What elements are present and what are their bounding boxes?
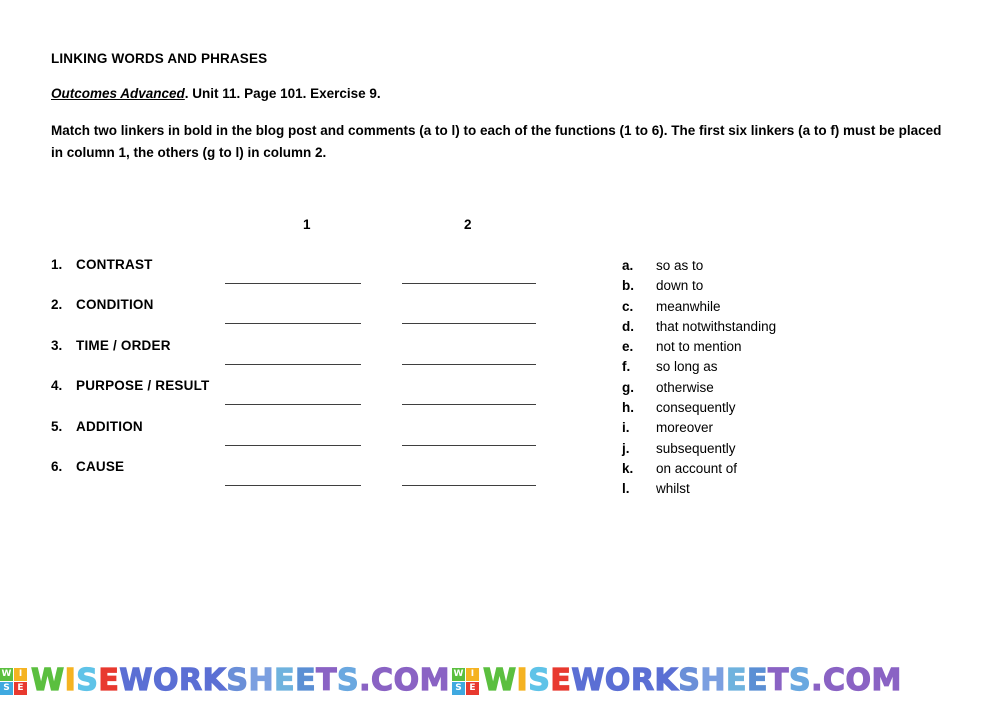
answer-blank-column-2[interactable]: [402, 313, 536, 325]
function-label: PURPOSE / RESULT: [76, 378, 210, 394]
watermark-unit: W I S E WISEWORKSHEETS.COM: [0, 663, 450, 698]
function-row: 5. ADDITION: [51, 418, 551, 458]
linker-option: l. whilst: [622, 480, 952, 500]
linker-option: d. that notwithstanding: [622, 318, 952, 338]
answer-blank-column-1[interactable]: [225, 354, 361, 365]
linker-option: h. consequently: [622, 399, 952, 419]
watermark-wordmark: WISEWORKSHEETS.COM: [482, 663, 902, 698]
logo-cell: E: [14, 681, 27, 695]
worksheet-header: LINKING WORDS AND PHRASES Outcomes Advan…: [51, 50, 951, 164]
column-1-heading: 1: [303, 217, 311, 232]
function-row: 1. CONTRAST: [51, 256, 551, 296]
worksheet-page: LINKING WORDS AND PHRASES Outcomes Advan…: [0, 0, 1000, 707]
linker-letter: g.: [622, 379, 634, 395]
logo-cell: I: [14, 667, 27, 681]
linker-text: so long as: [656, 359, 718, 375]
linker-option: k. on account of: [622, 460, 952, 480]
linker-text: otherwise: [656, 379, 714, 395]
linker-letter: i.: [622, 420, 630, 436]
wiseworksheets-logo-icon: WISE: [0, 667, 27, 695]
linker-text: on account of: [656, 460, 738, 476]
source-reference: Outcomes Advanced. Unit 11. Page 101. Ex…: [51, 68, 951, 103]
column-2-heading: 2: [464, 217, 472, 232]
linker-letter: c.: [622, 298, 634, 314]
page-title: LINKING WORDS AND PHRASES: [51, 51, 268, 66]
linker-letter: h.: [622, 400, 634, 416]
function-label: CONDITION: [76, 297, 154, 313]
exercise-instructions: Match two linkers in bold in the blog po…: [51, 123, 942, 160]
column-headings: 1 2: [0, 217, 1000, 237]
linker-option: g. otherwise: [622, 379, 952, 399]
function-row: 2. CONDITION: [51, 296, 551, 336]
linker-option: a. so as to: [622, 257, 952, 277]
function-number: 6.: [51, 458, 63, 474]
answer-blank-column-1[interactable]: [225, 435, 361, 446]
linker-option: c. meanwhile: [622, 298, 952, 318]
functions-list: 1. CONTRAST 2. CONDITION 3. TIME / ORDER 4. PUR…: [51, 256, 551, 498]
linker-letter: f.: [622, 359, 631, 375]
logo-cell: E: [465, 681, 479, 695]
function-number: 4.: [51, 378, 63, 394]
answer-blank-column-1[interactable]: [225, 313, 361, 325]
function-label: CONTRAST: [76, 257, 153, 272]
logo-cell: W: [451, 667, 465, 681]
logo-cell: S: [451, 681, 465, 695]
function-label: CAUSE: [76, 458, 125, 474]
answer-blank-column-2[interactable]: [402, 394, 536, 406]
linker-option: e. not to mention: [622, 338, 952, 358]
watermark-unit: W I S E WISEWORKSHEETS.COM: [451, 663, 902, 698]
linker-option: i. moreover: [622, 419, 952, 439]
linker-letter: l.: [622, 481, 630, 497]
linker-text: that notwithstanding: [656, 318, 777, 334]
logo-cell: W: [0, 667, 13, 681]
answer-blank-column-2[interactable]: [402, 435, 536, 446]
answer-blank-column-2[interactable]: [402, 475, 536, 486]
wiseworksheets-watermark: W I S E WISEWORKSHEETS.COM W I S E WISEWORKSHEETS…: [0, 659, 1000, 703]
linker-text: subsequently: [656, 440, 736, 456]
function-label: ADDITION: [76, 418, 143, 434]
linker-text: meanwhile: [656, 298, 721, 314]
answer-blank-column-2[interactable]: [402, 273, 536, 284]
linker-text: consequently: [656, 400, 736, 416]
answer-blank-column-1[interactable]: [225, 273, 361, 284]
linker-text: not to mention: [656, 339, 742, 355]
linker-text: whilst: [656, 481, 690, 497]
linkers-list: a. so as to b. down to c. meanwhile d. that not…: [622, 257, 952, 501]
linker-text: moreover: [656, 420, 714, 436]
linker-letter: d.: [622, 318, 634, 334]
function-row: 4. PURPOSE / RESULT: [51, 377, 551, 417]
function-number: 5.: [51, 418, 63, 434]
source-reference-detail: . Unit 11. Page 101. Exercise 9.: [184, 86, 381, 101]
function-row: 3. TIME / ORDER: [51, 337, 551, 377]
linker-option: b. down to: [622, 277, 952, 297]
linker-letter: k.: [622, 460, 634, 476]
function-number: 3.: [51, 337, 63, 353]
linker-letter: a.: [622, 258, 634, 273]
linker-letter: j.: [622, 440, 630, 456]
function-row: 6. CAUSE: [51, 458, 551, 498]
answer-blank-column-1[interactable]: [225, 475, 361, 486]
watermark-wordmark: WISEWORKSHEETS.COM: [30, 663, 450, 698]
linker-text: so as to: [656, 258, 704, 273]
linker-letter: b.: [622, 278, 634, 294]
linker-option: j. subsequently: [622, 440, 952, 460]
function-number: 2.: [51, 297, 63, 313]
function-number: 1.: [51, 257, 63, 272]
answer-blank-column-2[interactable]: [402, 354, 536, 365]
logo-cell: S: [0, 681, 13, 695]
answer-blank-column-1[interactable]: [225, 394, 361, 406]
source-book-title: Outcomes Advanced: [51, 86, 185, 101]
linker-letter: e.: [622, 339, 634, 355]
linker-text: down to: [656, 278, 704, 294]
function-label: TIME / ORDER: [76, 337, 171, 353]
linker-option: f. so long as: [622, 358, 952, 378]
wiseworksheets-logo-icon: WISE: [451, 667, 479, 695]
logo-cell: I: [465, 667, 479, 681]
